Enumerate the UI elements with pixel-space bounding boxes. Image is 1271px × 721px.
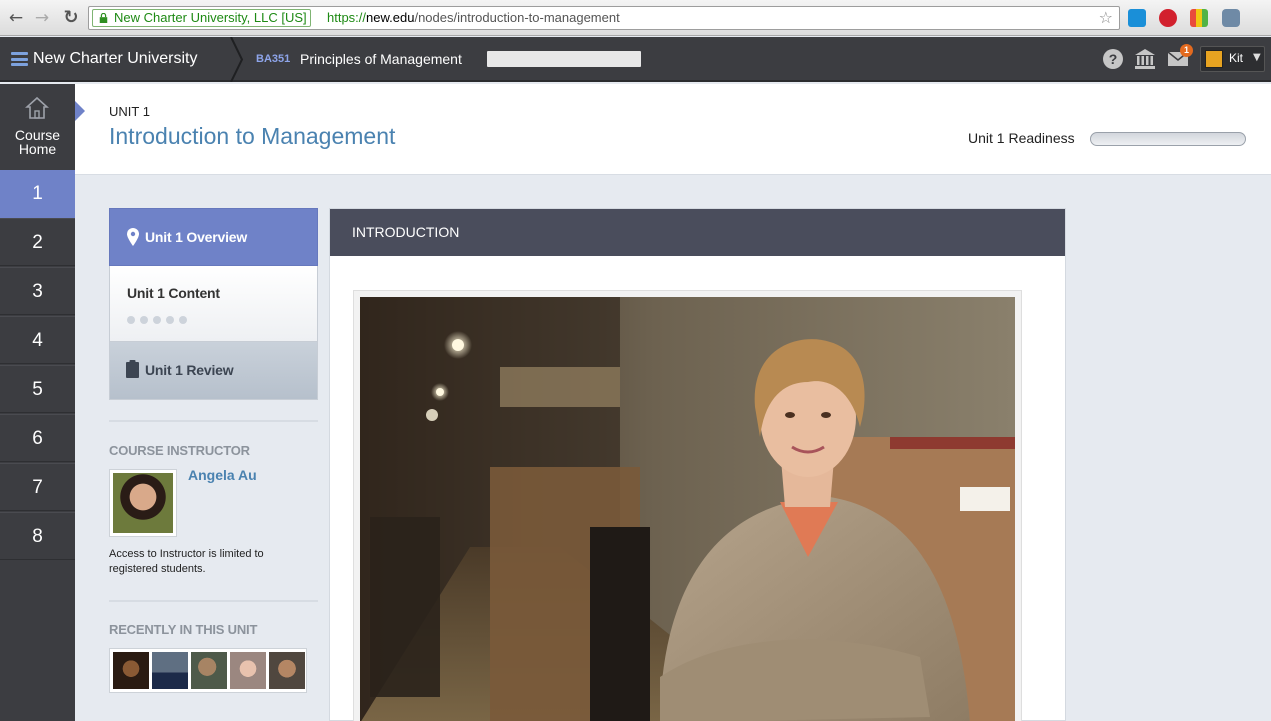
content-card: INTRODUCTION	[329, 208, 1066, 721]
url-domain: new.edu	[366, 10, 415, 25]
university-name[interactable]: New Charter University	[33, 50, 197, 68]
unit-5-link[interactable]: 5	[0, 365, 75, 413]
card-title: INTRODUCTION	[352, 224, 460, 240]
unit-label: UNIT 1	[109, 104, 150, 119]
mail-count-badge: 1	[1180, 44, 1193, 57]
back-arrow-icon[interactable]: ←	[6, 8, 26, 28]
unit-3-link[interactable]: 3	[0, 267, 75, 315]
recent-user-avatar[interactable]	[152, 652, 188, 689]
url-text[interactable]: https://new.edu/nodes/introduction-to-ma…	[327, 7, 620, 29]
instructor-avatar[interactable]	[109, 469, 177, 537]
extension-4-icon[interactable]	[1222, 9, 1240, 27]
recent-heading: RECENTLY IN THIS UNIT	[109, 622, 258, 637]
header-divider	[230, 37, 244, 82]
unit-2-link[interactable]: 2	[0, 218, 75, 266]
extension-2-icon[interactable]	[1159, 9, 1177, 27]
active-unit-pointer	[75, 101, 85, 121]
recent-user-avatar[interactable]	[191, 652, 227, 689]
readiness-label: Unit 1 Readiness	[968, 130, 1075, 146]
user-name: Kit	[1229, 51, 1244, 65]
instructor-access-note: Access to Instructor is limited to regis…	[109, 548, 264, 575]
help-icon[interactable]: ?	[1103, 49, 1123, 69]
section-content-label: Unit 1 Content	[127, 285, 220, 301]
instructor-name-link[interactable]: Angela Au	[188, 467, 257, 483]
institution-icon[interactable]	[1134, 48, 1156, 70]
menu-icon[interactable]	[11, 52, 28, 66]
extension-3-icon[interactable]	[1190, 9, 1208, 27]
section-review-label: Unit 1 Review	[145, 362, 234, 378]
recent-users-strip	[109, 648, 307, 693]
sidebar-divider	[109, 420, 318, 422]
unit-1-link[interactable]: 1	[0, 170, 75, 218]
recent-user-avatar[interactable]	[113, 652, 149, 689]
instructor-photo	[113, 473, 173, 533]
header-search-bar[interactable]	[487, 51, 641, 67]
chevron-down-icon: ▼	[1253, 52, 1261, 63]
section-overview-tab[interactable]: Unit 1 Overview	[109, 208, 318, 266]
reload-icon[interactable]: ↻	[61, 8, 81, 28]
unit-8-link[interactable]: 8	[0, 512, 75, 560]
bookmark-star-icon[interactable]: ☆	[1099, 7, 1113, 29]
instructor-heading: COURSE INSTRUCTOR	[109, 443, 250, 458]
unit-6-link[interactable]: 6	[0, 414, 75, 462]
sidebar-divider	[109, 600, 318, 602]
unit-7-link[interactable]: 7	[0, 463, 75, 511]
user-menu[interactable]: Kit ▼	[1200, 46, 1265, 72]
card-header: INTRODUCTION	[330, 209, 1065, 256]
url-scheme: https://	[327, 10, 367, 25]
unit-rail: Course Home 1 2 3 4 5 6 7 8	[0, 84, 75, 721]
clipboard-icon	[126, 360, 139, 378]
address-bar[interactable]: New Charter University, LLC [US] https:/…	[88, 6, 1120, 30]
intro-photo	[360, 297, 1015, 721]
section-nav: Unit 1 Overview Unit 1 Content Unit 1 Re…	[109, 208, 318, 400]
section-content-tab[interactable]: Unit 1 Content	[109, 266, 318, 342]
intro-photo-frame	[353, 290, 1022, 721]
course-code[interactable]: BA351	[256, 53, 290, 65]
section-overview-label: Unit 1 Overview	[145, 229, 248, 245]
content-progress-dots	[127, 311, 192, 329]
forward-arrow-icon[interactable]: →	[32, 8, 52, 28]
extension-1-icon[interactable]	[1128, 9, 1146, 27]
ev-certificate-badge[interactable]: New Charter University, LLC [US]	[92, 9, 311, 27]
user-avatar	[1205, 50, 1223, 68]
unit-title: Introduction to Management	[109, 123, 396, 149]
course-title[interactable]: Principles of Management	[300, 51, 462, 67]
home-icon	[25, 96, 49, 119]
course-home-label: Course Home	[14, 127, 61, 157]
unit-4-link[interactable]: 4	[0, 316, 75, 364]
course-home-link[interactable]: Course Home	[0, 84, 75, 170]
lock-icon	[99, 13, 108, 23]
app-header: New Charter University BA351 Principles …	[0, 37, 1271, 82]
url-path: /nodes/introduction-to-management	[414, 10, 620, 25]
unit-header: UNIT 1 Introduction to Management Unit 1…	[75, 84, 1271, 175]
map-pin-icon	[127, 228, 139, 246]
ev-label: New Charter University, LLC [US]	[114, 10, 307, 25]
section-review-tab[interactable]: Unit 1 Review	[109, 342, 318, 400]
recent-user-avatar[interactable]	[269, 652, 305, 689]
browser-toolbar: ← → ↻ New Charter University, LLC [US] h…	[0, 0, 1271, 36]
readiness-progress-bar	[1090, 132, 1246, 146]
recent-user-avatar[interactable]	[230, 652, 266, 689]
